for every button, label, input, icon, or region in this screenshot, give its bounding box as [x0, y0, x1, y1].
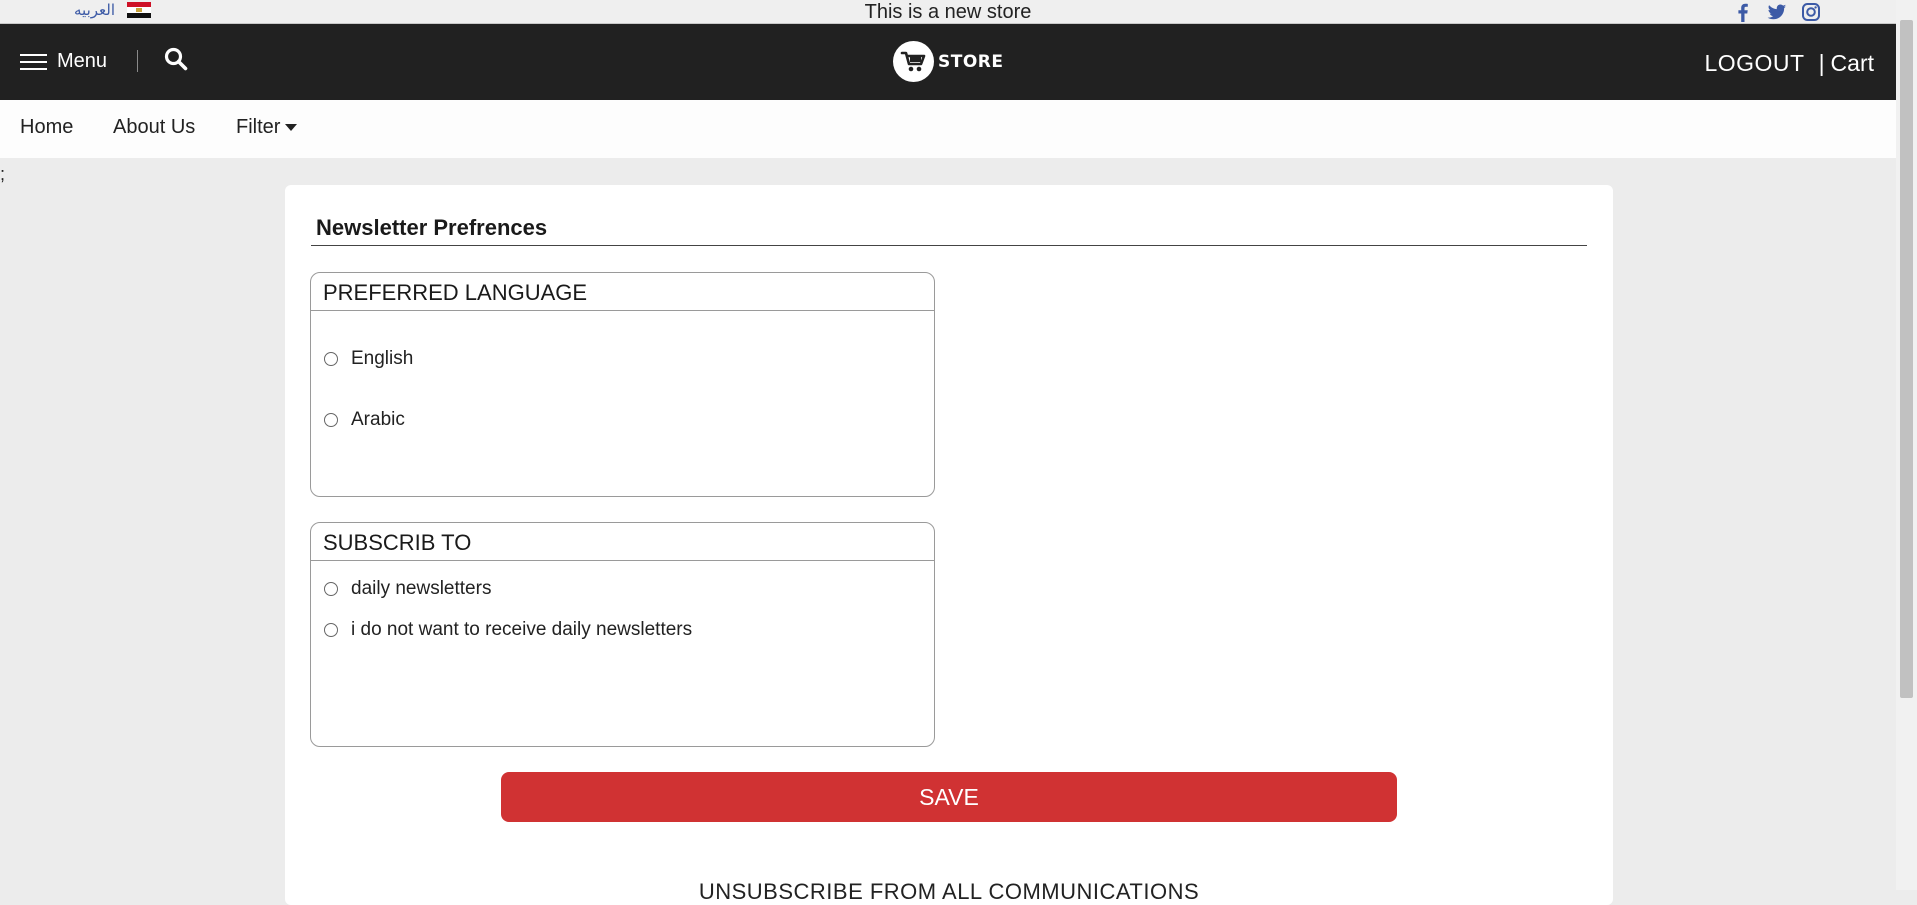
facebook-icon[interactable] [1732, 1, 1754, 23]
announcement-text: This is a new store [864, 1, 1032, 23]
social-links [1732, 1, 1822, 23]
menu-button[interactable]: Menu [20, 50, 107, 73]
main-header: Menu STORE LOGOUT | Cart [0, 24, 1896, 100]
logout-link[interactable]: LOGOUT [1704, 50, 1804, 77]
unsubscribe-all-link[interactable]: UNSUBSCRIBE FROM ALL COMMUNICATIONS [285, 879, 1613, 905]
language-option-english[interactable]: English [324, 348, 413, 370]
title-divider [311, 245, 1587, 246]
radio-label[interactable]: i do not want to receive daily newslette… [351, 619, 692, 641]
scrollbar-thumb[interactable] [1900, 20, 1913, 698]
header-divider [137, 50, 138, 72]
radio-arabic[interactable] [324, 413, 338, 427]
twitter-icon[interactable] [1766, 1, 1788, 23]
radio-no-newsletters[interactable] [324, 623, 338, 637]
language-option-arabic[interactable]: Arabic [324, 409, 405, 431]
save-button[interactable]: SAVE [501, 772, 1397, 822]
cart-link[interactable]: Cart [1831, 50, 1874, 77]
nav-item-home[interactable]: Home [20, 116, 73, 139]
radio-english[interactable] [324, 352, 338, 366]
store-logo[interactable]: STORE [893, 41, 1004, 82]
main-nav: Home About Us Filter [0, 100, 1896, 158]
nav-item-filter-label[interactable]: Filter [236, 116, 280, 139]
page-scrollbar[interactable] [1896, 0, 1917, 890]
subscribe-option-daily[interactable]: daily newsletters [324, 578, 491, 600]
menu-label[interactable]: Menu [57, 50, 107, 73]
radio-label[interactable]: Arabic [351, 409, 405, 431]
caret-down-icon[interactable] [285, 124, 298, 131]
cart-logo-icon [893, 41, 934, 82]
newsletter-card: Newsletter Prefrences PREFERRED LANGUAGE… [285, 185, 1613, 905]
nav-item-about-us[interactable]: About Us [113, 116, 195, 139]
radio-label[interactable]: English [351, 348, 413, 370]
stray-text: ; [0, 164, 6, 184]
preferred-language-group: PREFERRED LANGUAGE English Arabic [310, 272, 935, 497]
account-links: LOGOUT | Cart [1704, 50, 1874, 77]
preferred-language-legend: PREFERRED LANGUAGE [311, 273, 934, 311]
logo-text: STORE [938, 51, 1004, 72]
subscribe-to-legend: SUBSCRIB TO [311, 523, 934, 561]
top-bar: العربيه This is a new store [0, 0, 1896, 24]
page-title: Newsletter Prefrences [316, 215, 548, 240]
nav-item-filter[interactable]: Filter [236, 116, 298, 139]
radio-label[interactable]: daily newsletters [351, 578, 491, 600]
header-separator: | [1818, 50, 1825, 76]
instagram-icon[interactable] [1800, 1, 1822, 23]
radio-daily-newsletters[interactable] [324, 582, 338, 596]
subscribe-to-group: SUBSCRIB TO daily newsletters i do not w… [310, 522, 935, 747]
search-icon[interactable] [163, 46, 189, 72]
hamburger-icon[interactable] [20, 53, 47, 70]
subscribe-option-none[interactable]: i do not want to receive daily newslette… [324, 619, 692, 641]
